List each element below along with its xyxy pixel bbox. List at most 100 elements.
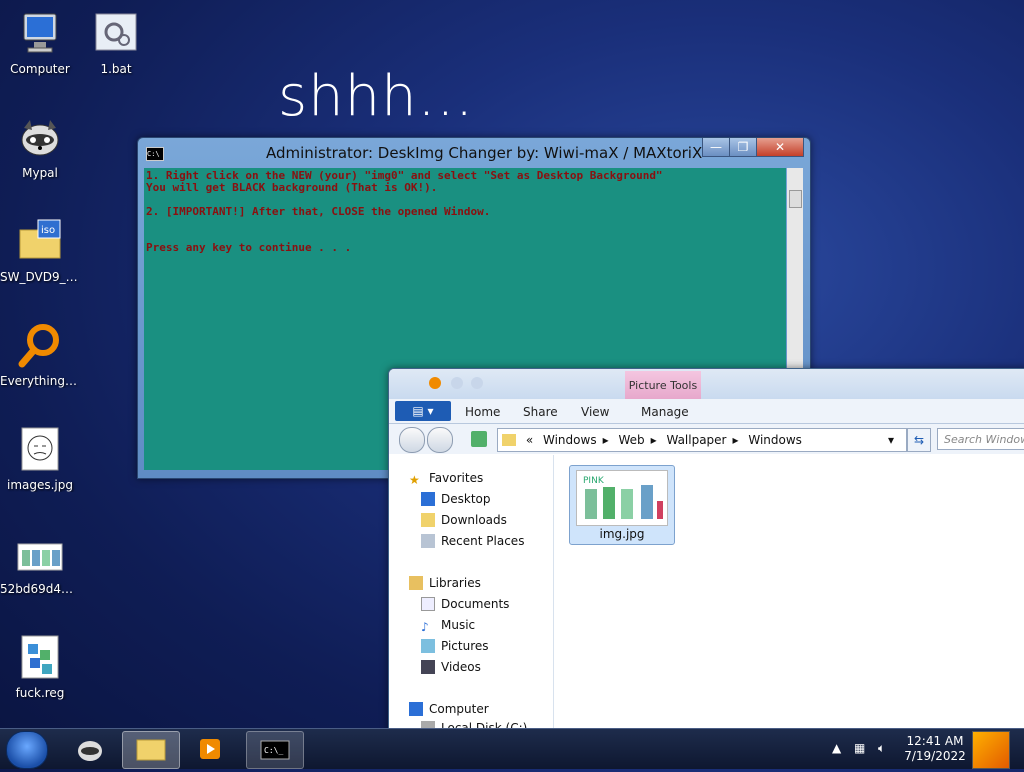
cmd-title: Administrator: DeskImg Changer by: Wiwi-… bbox=[266, 144, 703, 162]
libraries-icon bbox=[409, 576, 423, 590]
chevron-up-icon[interactable]: ▲ bbox=[832, 741, 841, 755]
chevron-right-icon: ▸ bbox=[732, 433, 739, 447]
desktop-icon-label: SW_DVD9_V... bbox=[0, 270, 80, 284]
navigation-pane[interactable]: ★ Favorites Desktop Downloads Recent Plac… bbox=[395, 455, 554, 739]
tab-view[interactable]: View bbox=[581, 405, 609, 419]
ribbon-tabs: ▤ ▾ Home Share View Manage bbox=[389, 399, 1024, 424]
refresh-button[interactable]: ⇆ bbox=[907, 428, 931, 452]
image-thumbnail: PINK bbox=[576, 470, 668, 526]
maximize-button[interactable]: ❐ bbox=[729, 138, 757, 157]
svg-text:iso: iso bbox=[41, 225, 55, 236]
nav-recent[interactable]: Recent Places bbox=[421, 532, 524, 550]
folder-icon bbox=[502, 434, 516, 446]
registry-file-icon bbox=[16, 634, 64, 682]
desktop-icon-computer[interactable]: Computer bbox=[0, 10, 80, 76]
batch-file-icon bbox=[92, 10, 140, 58]
nav-videos[interactable]: Videos bbox=[421, 658, 481, 676]
file-item-img[interactable]: PINK img.jpg bbox=[569, 465, 675, 545]
star-icon: ★ bbox=[409, 473, 420, 487]
breadcrumb-windows-2[interactable]: Windows bbox=[748, 433, 802, 447]
breadcrumb-web[interactable]: Web bbox=[618, 433, 644, 447]
minimize-button[interactable]: — bbox=[702, 138, 730, 157]
cmd-icon: C:\ bbox=[146, 147, 164, 161]
nav-music[interactable]: ♪ Music bbox=[421, 616, 475, 634]
desktop-icon-52bd[interactable]: 52bd69d44... bbox=[0, 530, 80, 596]
image-thumbnail-icon bbox=[16, 530, 64, 578]
breadcrumb-wallpaper[interactable]: Wallpaper bbox=[666, 433, 726, 447]
nav-libraries[interactable]: Libraries bbox=[409, 574, 481, 592]
close-button[interactable]: ✕ bbox=[756, 138, 804, 157]
music-icon: ♪ bbox=[421, 620, 429, 634]
desktop-icon-label: images.jpg bbox=[6, 478, 73, 492]
forward-button[interactable] bbox=[427, 427, 453, 453]
clock-time: 12:41 AM bbox=[906, 734, 964, 748]
file-list[interactable]: PINK img.jpg bbox=[555, 455, 1024, 739]
clock-date: 7/19/2022 bbox=[904, 749, 966, 763]
taskbar-cmd[interactable]: C:\_ bbox=[246, 731, 304, 769]
quick-access-icon[interactable] bbox=[429, 377, 441, 389]
back-button[interactable] bbox=[399, 427, 425, 453]
nav-favorites[interactable]: ★ Favorites bbox=[409, 469, 483, 487]
recent-places-icon bbox=[421, 534, 435, 548]
desktop-icon-iso[interactable]: iso SW_DVD9_V... bbox=[0, 218, 80, 284]
nav-documents[interactable]: Documents bbox=[421, 595, 509, 613]
show-desktop-button[interactable] bbox=[972, 731, 1010, 769]
desktop-icon bbox=[421, 492, 435, 506]
breadcrumb-windows[interactable]: Windows bbox=[543, 433, 597, 447]
svg-text:C:\_: C:\_ bbox=[264, 746, 283, 755]
downloads-icon bbox=[421, 513, 435, 527]
taskbar-media-player[interactable] bbox=[182, 731, 238, 767]
desktop-icon-bat[interactable]: 1.bat bbox=[76, 10, 156, 76]
clock[interactable]: 12:41 AM 7/19/2022 bbox=[900, 734, 970, 764]
cmd-icon: C:\_ bbox=[260, 740, 290, 760]
nav-pictures[interactable]: Pictures bbox=[421, 637, 489, 655]
address-bar[interactable]: « Windows ▸ Web ▸ Wallpaper ▸ Windows ▾ bbox=[497, 428, 907, 452]
file-menu-button[interactable]: ▤ ▾ bbox=[395, 401, 451, 421]
volume-icon[interactable]: 🔈︎ bbox=[878, 741, 885, 756]
computer-icon bbox=[16, 10, 64, 58]
desktop-icon-label: 1.bat bbox=[100, 62, 132, 76]
folder-icon bbox=[136, 739, 166, 761]
documents-icon bbox=[421, 597, 435, 611]
tab-share[interactable]: Share bbox=[523, 405, 558, 419]
desktop-icon-label: Everything-... bbox=[0, 374, 80, 388]
desktop-icon-everything[interactable]: Everything-... bbox=[0, 322, 80, 388]
wallpaper-text: shhh... bbox=[278, 64, 475, 129]
thumb-text: PINK bbox=[583, 476, 605, 486]
quick-access-icon[interactable] bbox=[451, 377, 463, 389]
chevron-down-icon[interactable] bbox=[471, 377, 483, 389]
desktop-icon-mypal[interactable]: Mypal bbox=[0, 114, 80, 180]
tab-home[interactable]: Home bbox=[465, 405, 500, 419]
computer-icon bbox=[409, 702, 423, 716]
picture-tools-tab[interactable]: Picture Tools bbox=[625, 371, 701, 399]
raccoon-icon bbox=[16, 114, 64, 162]
desktop-icon-label: Computer bbox=[10, 62, 70, 76]
nav-computer[interactable]: Computer bbox=[409, 700, 489, 718]
nav-downloads[interactable]: Downloads bbox=[421, 511, 507, 529]
file-name: img.jpg bbox=[599, 527, 645, 541]
explorer-window[interactable]: Picture Tools ▤ ▾ Home Share View Manage… bbox=[388, 368, 1024, 740]
raccoon-icon bbox=[78, 741, 102, 761]
desktop-icon-label: 52bd69d44... bbox=[0, 582, 80, 596]
desktop-icon-images[interactable]: images.jpg bbox=[0, 426, 80, 492]
taskbar-explorer[interactable] bbox=[122, 731, 180, 769]
taskbar-mypal[interactable] bbox=[62, 731, 118, 767]
cmd-titlebar[interactable]: C:\ Administrator: DeskImg Changer by: W… bbox=[138, 138, 810, 166]
start-button[interactable] bbox=[6, 731, 48, 769]
up-icon[interactable] bbox=[471, 431, 487, 447]
address-prefix[interactable]: « bbox=[526, 433, 533, 447]
image-file-icon bbox=[16, 426, 64, 474]
explorer-titlebar[interactable]: Picture Tools bbox=[389, 369, 1024, 399]
search-input[interactable]: Search Windows bbox=[937, 428, 1024, 450]
network-icon[interactable]: ▦ bbox=[854, 741, 865, 755]
pictures-icon bbox=[421, 639, 435, 653]
desktop-icon-label: fuck.reg bbox=[15, 686, 65, 700]
videos-icon bbox=[421, 660, 435, 674]
nav-desktop[interactable]: Desktop bbox=[421, 490, 491, 508]
chevron-down-icon[interactable]: ▾ bbox=[888, 429, 894, 451]
tab-manage[interactable]: Manage bbox=[641, 405, 689, 419]
address-row: « Windows ▸ Web ▸ Wallpaper ▸ Windows ▾ ⇆ S… bbox=[389, 424, 1024, 454]
desktop-icon-reg[interactable]: fuck.reg bbox=[0, 634, 80, 700]
scroll-thumb[interactable] bbox=[789, 190, 802, 208]
chevron-right-icon: ▸ bbox=[650, 433, 657, 447]
